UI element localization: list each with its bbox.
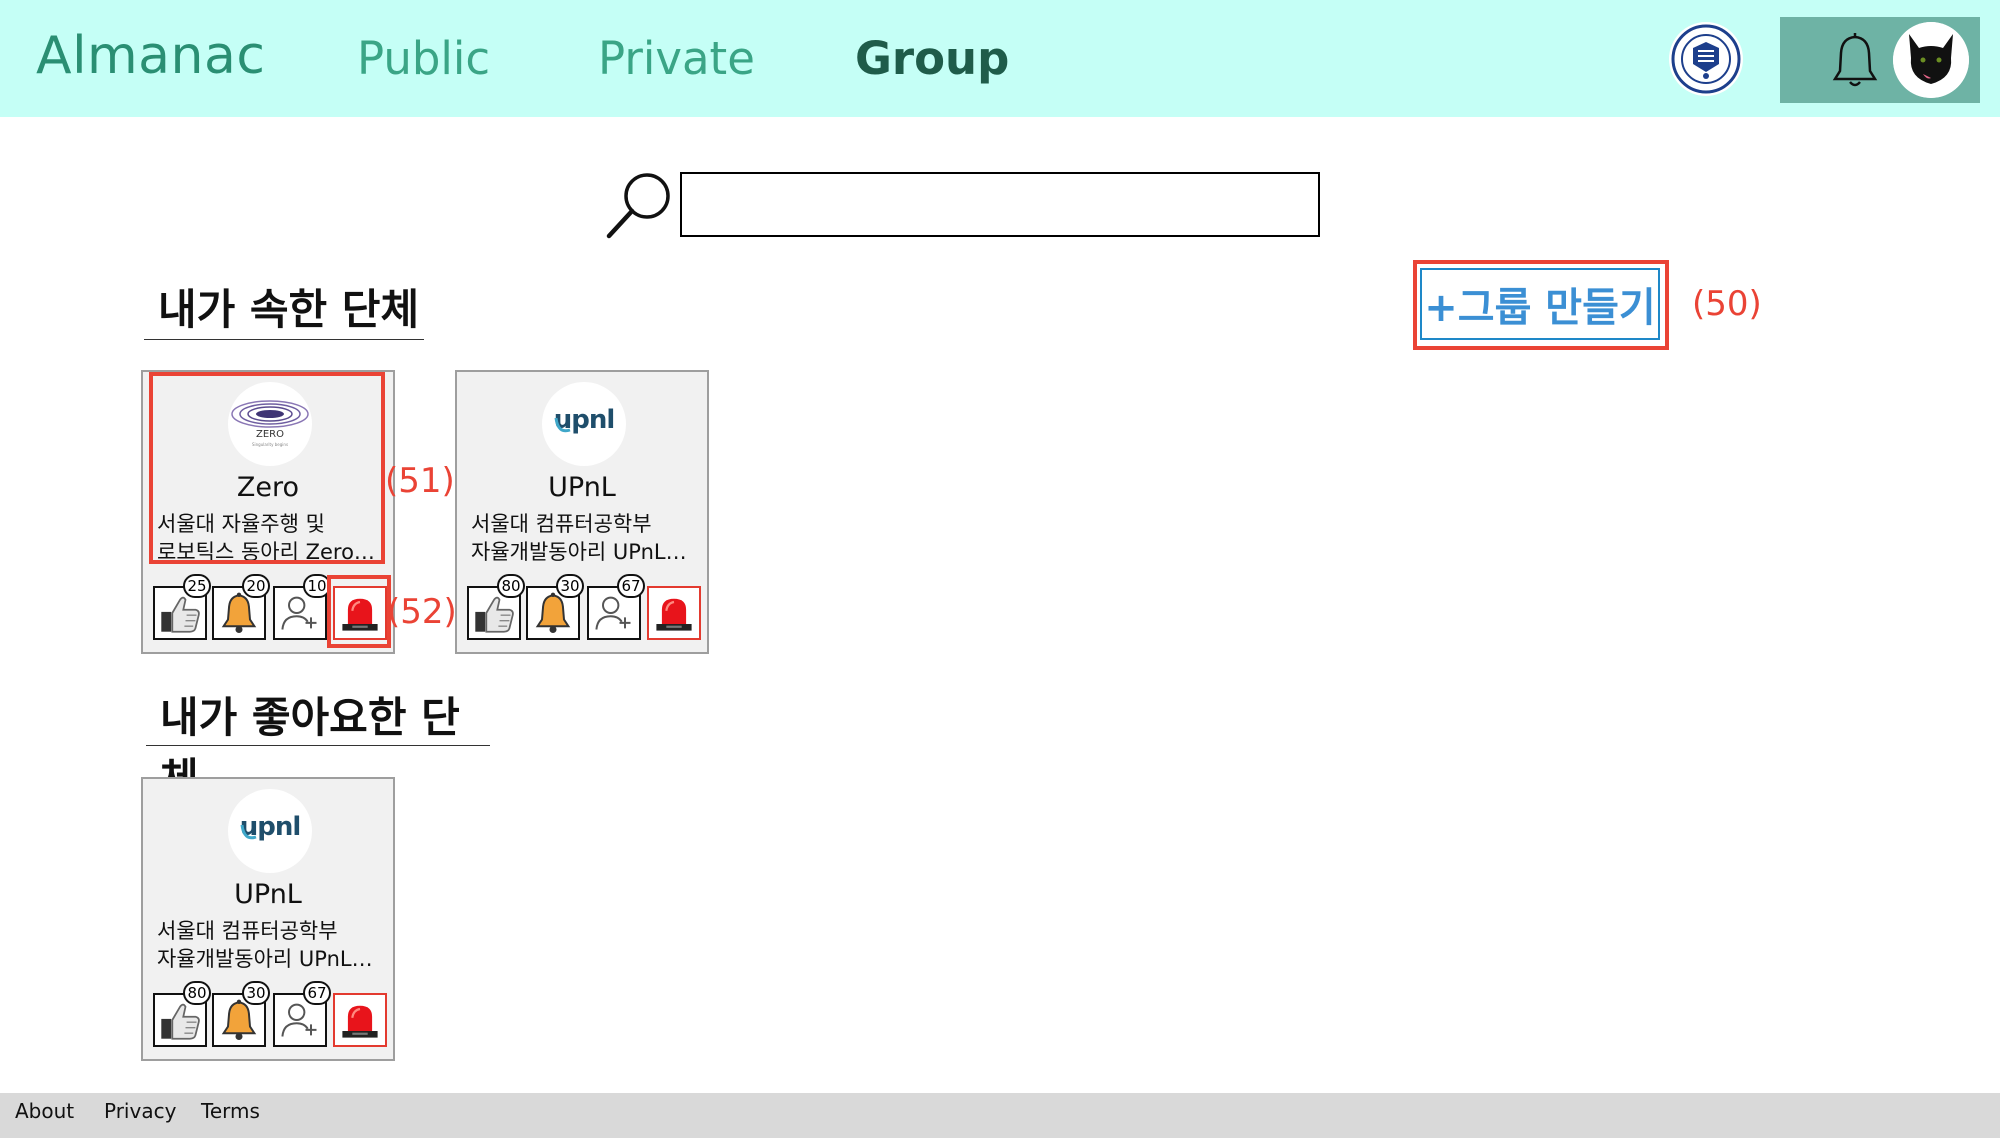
group-name[interactable]: UPnL — [143, 879, 393, 910]
user-avatar[interactable] — [1893, 22, 1969, 98]
member-count-badge: 67 — [617, 574, 645, 598]
zero-logo-text: ZERO — [256, 429, 284, 440]
group-name[interactable]: UPnL — [457, 472, 707, 503]
top-nav-bar: Almanac Public Private Group — [0, 0, 2000, 117]
group-description-line: 서울대 자율주행 및 — [157, 512, 325, 536]
create-group-button[interactable]: +그룹 만들기 — [1420, 268, 1660, 340]
notice-count-badge: 30 — [556, 574, 584, 598]
alarm-button[interactable] — [333, 993, 387, 1047]
footer: About Privacy Terms — [0, 1093, 2000, 1138]
university-seal-icon[interactable] — [1669, 22, 1743, 96]
footer-terms-link[interactable]: Terms — [201, 1099, 260, 1123]
upnl-logo — [542, 382, 626, 466]
search-icon[interactable] — [604, 170, 674, 240]
like-count-badge: 80 — [497, 574, 525, 598]
group-card-upnl[interactable]: UPnL 서울대 컴퓨터공학부 자율개발동아리 UPnL… 80 30 67 — [455, 370, 709, 654]
zero-logo: ZERO Singularity begins — [228, 382, 312, 466]
alarm-button[interactable] — [333, 586, 387, 640]
bell-icon[interactable] — [1820, 25, 1890, 95]
group-description-line: 자율개발동아리 UPnL… — [471, 540, 687, 564]
group-description-line: 서울대 컴퓨터공학부 — [157, 919, 338, 943]
group-description-line: 자율개발동아리 UPnL… — [157, 947, 373, 971]
group-card-upnl-liked[interactable]: UPnL 서울대 컴퓨터공학부 자율개발동아리 UPnL… 80 30 67 — [141, 777, 395, 1061]
group-card-zero[interactable]: ZERO Singularity begins Zero 서울대 자율주행 및 … — [141, 370, 395, 654]
footer-privacy-link[interactable]: Privacy — [104, 1099, 176, 1123]
group-description: 서울대 컴퓨터공학부 자율개발동아리 UPnL… — [157, 917, 385, 973]
user-panel — [1780, 17, 1980, 103]
group-description-line: 서울대 컴퓨터공학부 — [471, 512, 652, 536]
search-input[interactable] — [680, 172, 1320, 237]
annotation-label: (51) — [385, 461, 455, 501]
group-description-line: 로보틱스 동아리 Zero… — [157, 540, 375, 564]
member-count-badge: 10 — [303, 574, 331, 598]
nav-group[interactable]: Group — [855, 32, 1009, 85]
notice-count-badge: 30 — [242, 981, 270, 1005]
group-description: 서울대 자율주행 및 로보틱스 동아리 Zero… — [157, 510, 385, 566]
zero-logo-subtext: Singularity begins — [252, 442, 288, 447]
member-count-badge: 67 — [303, 981, 331, 1005]
notice-count-badge: 20 — [242, 574, 270, 598]
section-title-liked-groups: 내가 좋아요한 단체 — [146, 684, 490, 803]
like-count-badge: 80 — [183, 981, 211, 1005]
group-description: 서울대 컴퓨터공학부 자율개발동아리 UPnL… — [471, 510, 699, 566]
annotation-label: (52) — [387, 592, 457, 632]
footer-about-link[interactable]: About — [15, 1099, 74, 1123]
section-title-my-groups: 내가 속한 단체 — [144, 276, 424, 340]
annotation-label: (50) — [1692, 284, 1762, 324]
upnl-logo — [228, 789, 312, 873]
nav-private[interactable]: Private — [598, 32, 755, 85]
nav-public[interactable]: Public — [357, 32, 490, 85]
brand-logo[interactable]: Almanac — [36, 26, 265, 86]
alarm-button[interactable] — [647, 586, 701, 640]
like-count-badge: 25 — [183, 574, 211, 598]
group-name[interactable]: Zero — [143, 472, 393, 503]
